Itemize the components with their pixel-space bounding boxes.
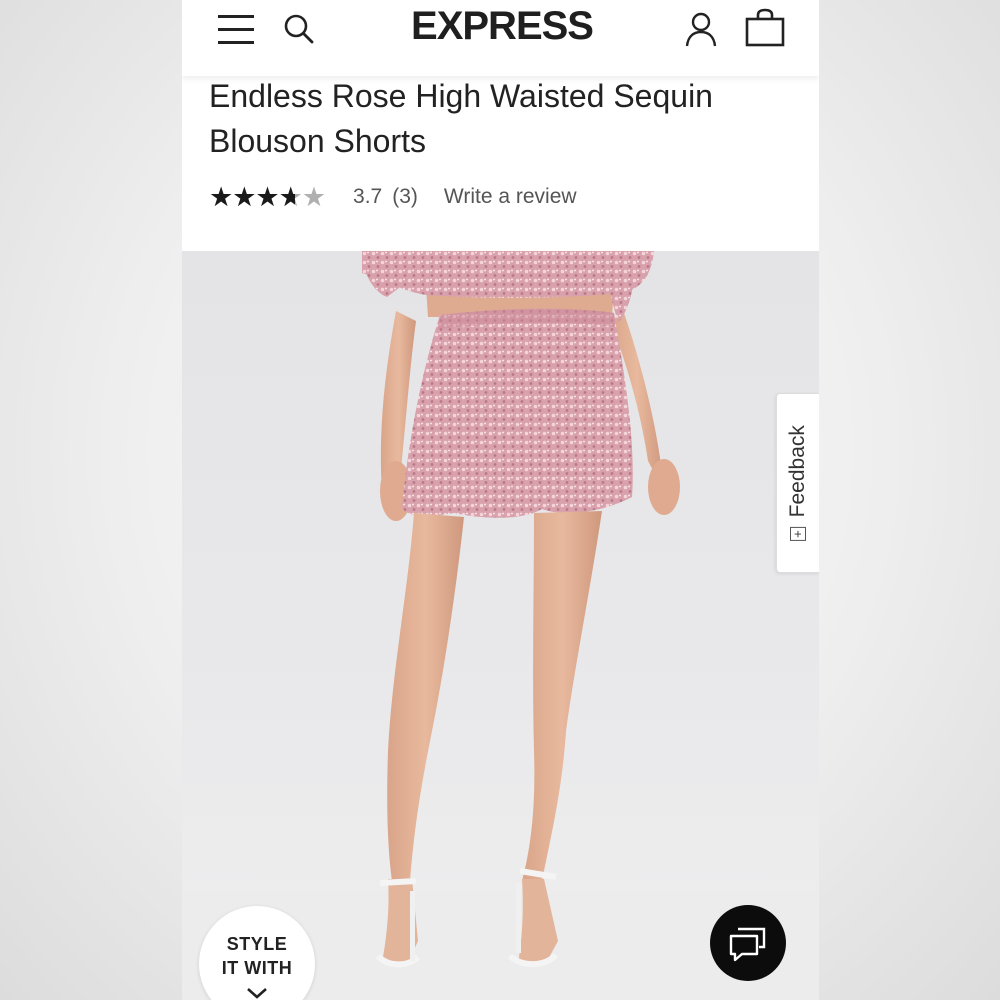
rating-stars-filled: ★★★★★ bbox=[209, 182, 295, 212]
product-title: Endless Rose High Waisted Sequin Blouson… bbox=[209, 78, 713, 159]
chat-bubbles-icon bbox=[729, 927, 766, 962]
hamburger-menu-icon[interactable] bbox=[218, 14, 254, 46]
chat-button[interactable] bbox=[710, 905, 786, 981]
brand-logo[interactable]: EXPRESS bbox=[382, 4, 622, 48]
feedback-label: Feedback bbox=[786, 425, 809, 518]
account-icon[interactable] bbox=[684, 10, 718, 48]
style-it-with-line2: IT WITH bbox=[221, 958, 293, 978]
shopping-bag-icon[interactable] bbox=[744, 8, 786, 48]
rating-row: ★★★★★ ★★★★★ 3.7 (3) Write a review bbox=[209, 181, 577, 213]
phone-screen: EXPRESS Endless Rose High Waisted Sequin… bbox=[182, 0, 819, 1000]
rating-stars[interactable]: ★★★★★ ★★★★★ bbox=[209, 182, 326, 212]
product-photo[interactable] bbox=[182, 251, 819, 1000]
feedback-content: + Feedback bbox=[786, 425, 810, 541]
chevron-down-icon bbox=[245, 984, 269, 1000]
style-it-with-line1: STYLE bbox=[226, 934, 288, 954]
site-header: EXPRESS bbox=[182, 0, 819, 76]
search-icon[interactable] bbox=[282, 12, 316, 46]
rating-value: 3.7 bbox=[353, 185, 383, 208]
feedback-plus-icon: + bbox=[790, 527, 806, 541]
feedback-tab[interactable]: + Feedback bbox=[776, 393, 819, 573]
write-review-link[interactable]: Write a review bbox=[444, 185, 577, 209]
rating-count[interactable]: (3) bbox=[392, 185, 418, 209]
